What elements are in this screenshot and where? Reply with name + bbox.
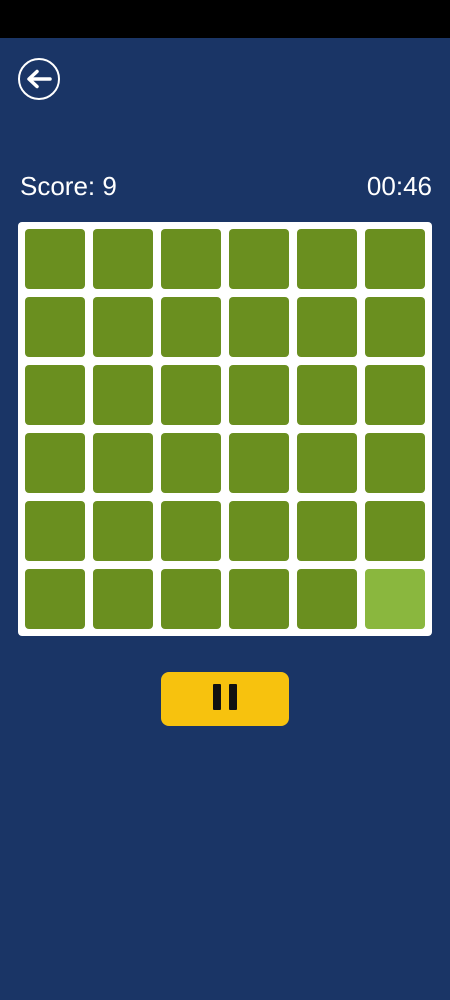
tile[interactable] bbox=[25, 569, 85, 629]
tile[interactable] bbox=[161, 365, 221, 425]
tile[interactable] bbox=[229, 365, 289, 425]
score-label: Score: 9 bbox=[20, 170, 117, 201]
tile[interactable] bbox=[229, 229, 289, 289]
tile[interactable] bbox=[25, 297, 85, 357]
game-board bbox=[18, 222, 432, 636]
tile[interactable] bbox=[161, 229, 221, 289]
tile[interactable] bbox=[25, 433, 85, 493]
tile[interactable] bbox=[297, 433, 357, 493]
back-button[interactable] bbox=[18, 58, 60, 100]
tile[interactable] bbox=[229, 297, 289, 357]
hud: Score: 9 00:46 bbox=[20, 168, 432, 204]
tile[interactable] bbox=[25, 229, 85, 289]
tile[interactable] bbox=[161, 433, 221, 493]
tile[interactable] bbox=[365, 229, 425, 289]
tile[interactable] bbox=[93, 433, 153, 493]
tile[interactable] bbox=[93, 297, 153, 357]
arrow-left-icon bbox=[26, 69, 52, 89]
tile[interactable] bbox=[229, 569, 289, 629]
timer-label: 00:46 bbox=[366, 170, 432, 201]
tile[interactable] bbox=[25, 501, 85, 561]
tile[interactable] bbox=[365, 501, 425, 561]
tile[interactable] bbox=[93, 569, 153, 629]
pause-icon bbox=[209, 683, 241, 715]
status-bar bbox=[0, 0, 450, 38]
tile[interactable] bbox=[297, 365, 357, 425]
tile[interactable] bbox=[365, 297, 425, 357]
tile[interactable] bbox=[229, 433, 289, 493]
pause-button[interactable] bbox=[161, 672, 289, 726]
tile[interactable] bbox=[365, 365, 425, 425]
tile[interactable] bbox=[297, 297, 357, 357]
tile[interactable] bbox=[161, 297, 221, 357]
tile[interactable] bbox=[93, 229, 153, 289]
tile[interactable] bbox=[297, 229, 357, 289]
tile[interactable] bbox=[297, 501, 357, 561]
tile[interactable] bbox=[161, 569, 221, 629]
tile[interactable] bbox=[161, 501, 221, 561]
odd-tile[interactable] bbox=[365, 569, 425, 629]
tile[interactable] bbox=[229, 501, 289, 561]
tile[interactable] bbox=[25, 365, 85, 425]
tile[interactable] bbox=[297, 569, 357, 629]
tile[interactable] bbox=[365, 433, 425, 493]
tile[interactable] bbox=[93, 365, 153, 425]
tile[interactable] bbox=[93, 501, 153, 561]
